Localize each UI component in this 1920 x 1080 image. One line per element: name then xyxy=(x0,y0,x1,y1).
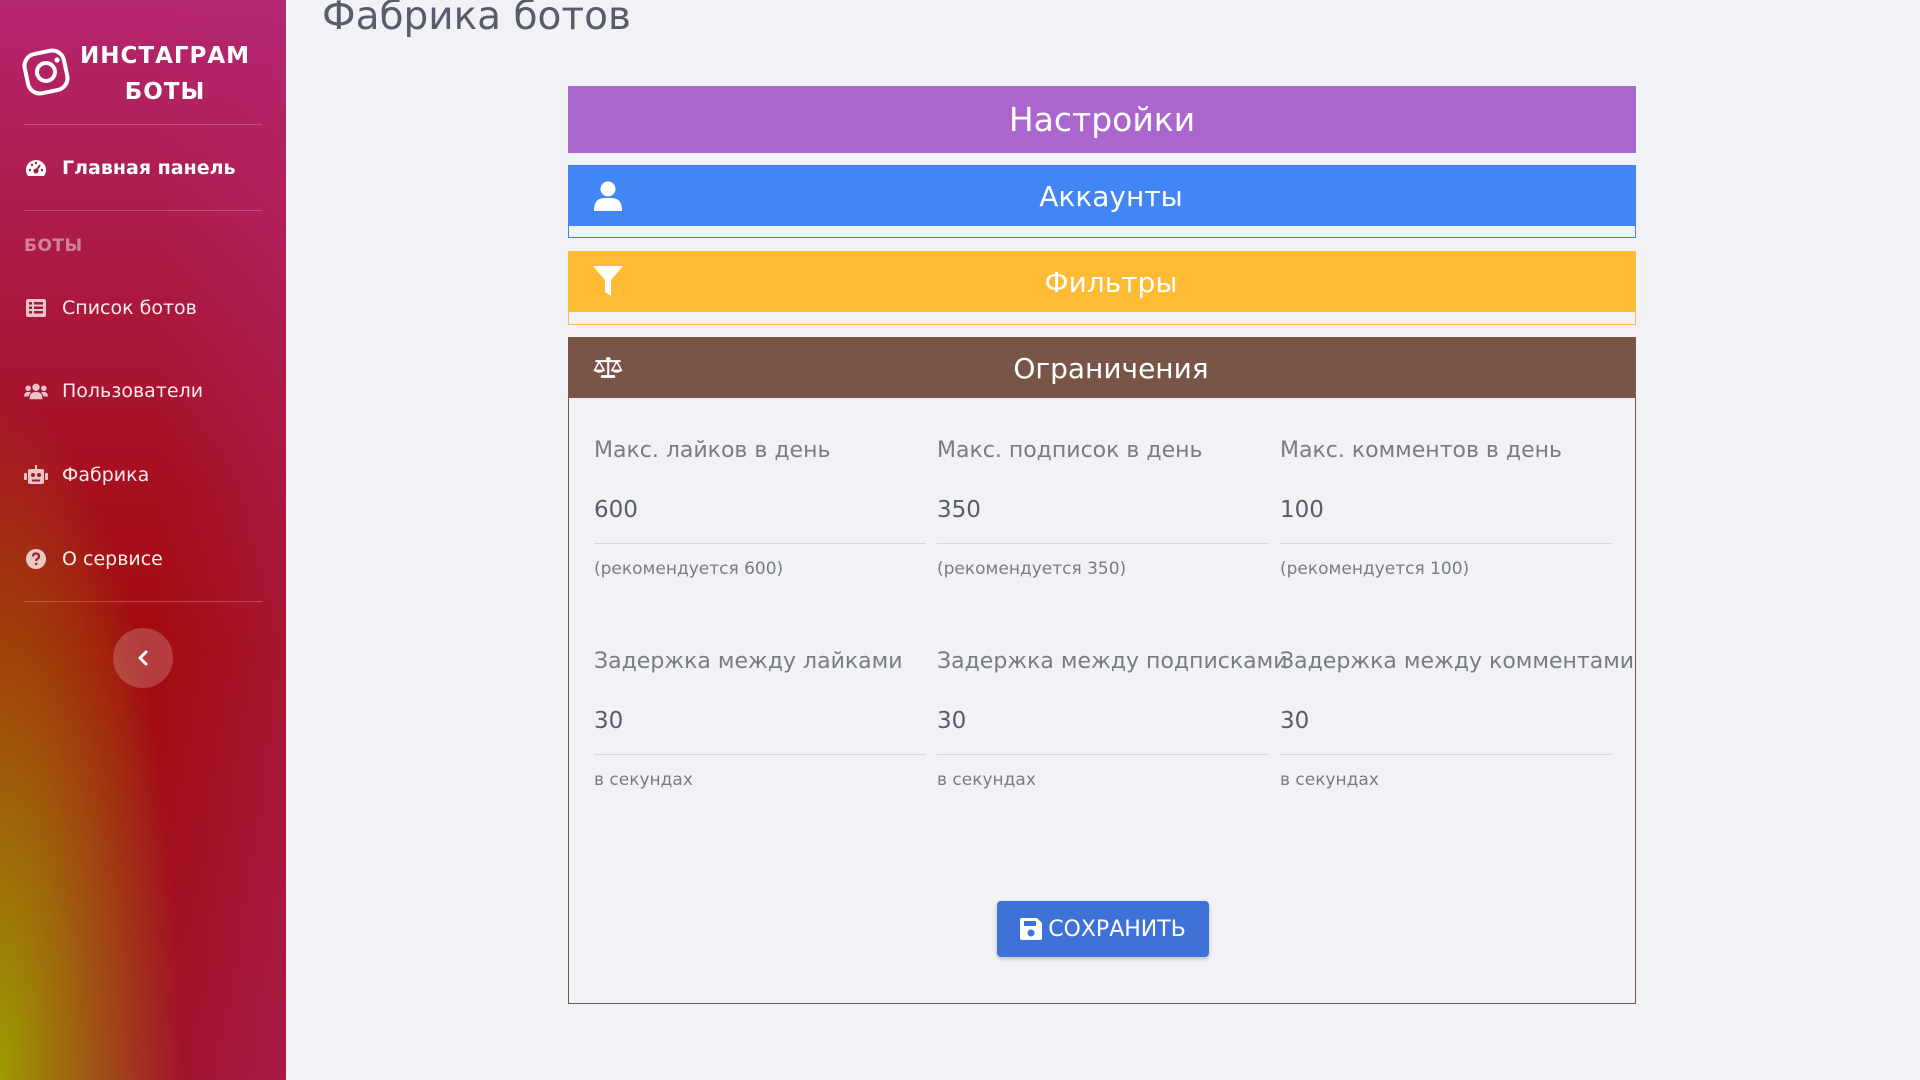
input-underline xyxy=(1280,754,1612,755)
field-label: Макс. подписок в день xyxy=(937,438,1203,463)
sidebar-item-label: Пользователи xyxy=(62,380,204,402)
max-comments-input[interactable]: 100 xyxy=(1280,497,1324,523)
field-help-text: в секундах xyxy=(594,770,693,790)
follows-delay-input[interactable]: 30 xyxy=(937,708,966,734)
instagram-icon xyxy=(22,48,70,96)
chevron-left-icon xyxy=(138,650,148,666)
sidebar-divider xyxy=(24,210,262,211)
max-likes-input[interactable]: 600 xyxy=(594,497,638,523)
sidebar-item-label: О сервисе xyxy=(62,548,163,570)
field-help-text: (рекомендуется 100) xyxy=(1280,559,1470,579)
brand-line2: БОТЫ xyxy=(124,79,206,105)
balance-scale-icon xyxy=(593,350,623,386)
field-help-text: (рекомендуется 600) xyxy=(594,559,784,579)
list-icon xyxy=(24,297,48,319)
robot-icon xyxy=(24,464,48,486)
brand-name: ИНСТАГРАМ БОТЫ xyxy=(80,38,250,110)
input-underline xyxy=(594,754,926,755)
max-likes-field: Макс. лайков в день 600 (рекомендуется 6… xyxy=(594,438,926,579)
filter-icon xyxy=(593,264,623,300)
likes-delay-field: Задержка между лайками 30 в секундах xyxy=(594,649,926,790)
field-label: Макс. лайков в день xyxy=(594,438,831,463)
brand-line1: ИНСТАГРАМ xyxy=(80,43,251,69)
save-button-label: СОХРАНИТЬ xyxy=(1048,916,1186,942)
max-follows-field: Макс. подписок в день 350 (рекомендуется… xyxy=(937,438,1269,579)
max-follows-input[interactable]: 350 xyxy=(937,497,981,523)
sidebar-item-label: Список ботов xyxy=(62,297,197,319)
page-title: Фабрика ботов xyxy=(322,0,631,39)
sidebar-item-dashboard[interactable]: Главная панель xyxy=(24,153,264,183)
filters-panel: Фильтры xyxy=(568,251,1636,325)
sidebar-toggle-button[interactable] xyxy=(113,628,173,688)
sidebar-item-bot-list[interactable]: Список ботов xyxy=(24,293,264,323)
input-underline xyxy=(937,754,1269,755)
tachometer-icon xyxy=(24,157,48,179)
field-help-text: в секундах xyxy=(1280,770,1379,790)
sidebar-divider xyxy=(24,124,262,125)
field-label: Задержка между лайками xyxy=(594,649,903,674)
accounts-title: Аккаунты xyxy=(1039,179,1183,213)
user-icon xyxy=(593,178,623,214)
follows-delay-field: Задержка между подписками 30 в секундах xyxy=(937,649,1288,790)
sidebar-item-label: Фабрика xyxy=(62,464,150,486)
brand[interactable]: ИНСТАГРАМ БОТЫ xyxy=(22,38,262,106)
sidebar-divider xyxy=(24,601,262,602)
limits-title: Ограничения xyxy=(1013,351,1209,385)
sidebar-section-heading: БОТЫ xyxy=(24,236,83,256)
comments-delay-field: Задержка между комментами 30 в секундах xyxy=(1280,649,1635,790)
sidebar-item-users[interactable]: Пользователи xyxy=(24,376,264,406)
sidebar: ИНСТАГРАМ БОТЫ Главная панель БОТЫ Списо… xyxy=(0,0,286,1080)
users-icon xyxy=(24,380,48,402)
field-label: Задержка между комментами xyxy=(1280,649,1635,674)
field-label: Задержка между подписками xyxy=(937,649,1288,674)
sidebar-item-factory[interactable]: Фабрика xyxy=(24,460,264,490)
sidebar-item-about[interactable]: О сервисе xyxy=(24,544,264,574)
save-button[interactable]: СОХРАНИТЬ xyxy=(997,901,1209,957)
limits-header[interactable]: Ограничения xyxy=(569,338,1635,398)
accounts-header[interactable]: Аккаунты xyxy=(569,166,1635,226)
max-comments-field: Макс. комментов в день 100 (рекомендуетс… xyxy=(1280,438,1612,579)
limits-panel: Ограничения Макс. лайков в день 600 (рек… xyxy=(568,337,1636,1004)
accounts-panel: Аккаунты xyxy=(568,165,1636,238)
comments-delay-input[interactable]: 30 xyxy=(1280,708,1309,734)
filters-title: Фильтры xyxy=(1044,265,1178,299)
field-help-text: (рекомендуется 350) xyxy=(937,559,1127,579)
question-circle-icon xyxy=(24,548,48,570)
likes-delay-input[interactable]: 30 xyxy=(594,708,623,734)
field-label: Макс. комментов в день xyxy=(1280,438,1562,463)
sidebar-item-label: Главная панель xyxy=(62,157,236,179)
input-underline xyxy=(937,543,1269,544)
save-icon xyxy=(1020,918,1043,940)
input-underline xyxy=(1280,543,1612,544)
settings-header: Настройки xyxy=(568,86,1636,153)
field-help-text: в секундах xyxy=(937,770,1036,790)
input-underline xyxy=(594,543,926,544)
filters-header[interactable]: Фильтры xyxy=(569,252,1635,312)
